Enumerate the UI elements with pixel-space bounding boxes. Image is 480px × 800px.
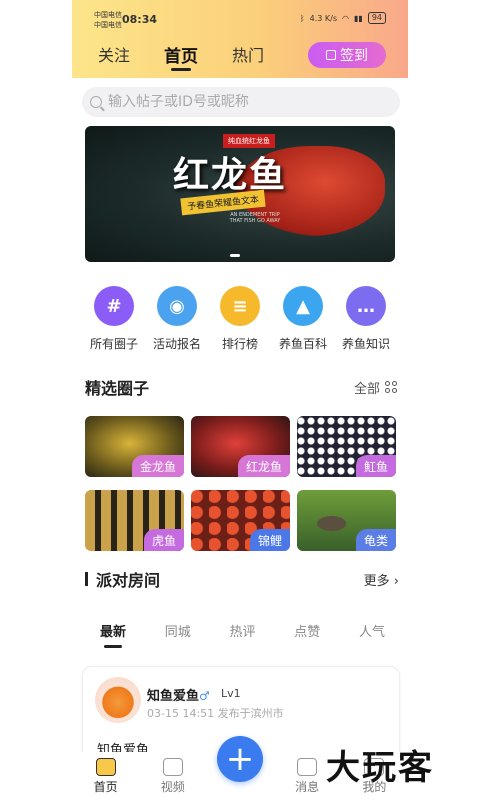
avatar[interactable] [95,677,141,723]
tab-home[interactable]: 首页 [164,42,198,67]
wifi-icon: ◠ [342,13,349,23]
circle-golden-arowana[interactable]: 金龙鱼 [85,416,184,477]
bluetooth-icon: ᛒ [299,13,305,23]
header-area: 中国电信 中国电信 08:34 ᛒ 4.3 K/s ◠ ▮▮ 94 关注 首页 … [72,0,408,78]
home-icon [95,758,116,776]
category-label: 养鱼百科 [278,337,327,351]
party-title-text: 派对房间 [96,571,161,590]
post-username[interactable]: 知鱼爱鱼♂ [147,685,210,704]
message-icon [297,758,318,776]
search-icon [90,96,102,108]
battery-icon: 94 [367,12,386,24]
male-icon: ♂ [199,689,210,703]
watermark-logo: 大玩客 [326,748,434,788]
banner-title: 红龙鱼 [173,154,288,196]
category-label: 排行榜 [221,337,258,351]
featured-circles: 金龙鱼 红龙鱼 魟鱼 虎鱼 锦鲤 龟类 [85,416,396,551]
featured-title: 精选圈子 [85,379,150,398]
category-all-circles[interactable]: # 所有圈子 [85,286,143,352]
banner-english-text: AN ENDEMENT TRIP THAT FISH GO AWAY [229,212,281,224]
tab-likes[interactable]: 点赞 [294,621,320,640]
top-tabs: 关注 首页 热门 [98,42,264,67]
signal-icon: ▮▮ [354,13,363,23]
nav-video[interactable]: 视频 [147,758,199,795]
more-button[interactable]: 更多 › [364,570,399,589]
nav-label: 首页 [93,780,118,794]
username-text: 知鱼爱鱼 [147,689,200,704]
circle-turtles[interactable]: 龟类 [297,490,396,551]
nav-label: 消息 [295,780,320,794]
category-knowledge[interactable]: … 养鱼知识 [337,286,395,352]
carrier-1: 中国电信 [94,11,122,19]
tab-follow[interactable]: 关注 [98,42,130,67]
nav-label: 视频 [160,780,185,794]
camera-icon: ◉ [157,286,197,326]
tab-hot[interactable]: 热门 [232,42,264,67]
feed-tabs: 最新 同城 热评 点赞 人气 [100,621,385,640]
circle-label: 魟鱼 [355,455,396,477]
banner-carousel[interactable]: 纯血统红龙鱼 红龙鱼 予春鱼荣耀鱼文本 AN ENDEMENT TRIP THA… [85,126,395,262]
party-title: 派对房间 [85,567,160,591]
section-bar [85,572,88,586]
party-header: 派对房间 更多 › [85,567,399,591]
calendar-icon [326,50,336,60]
hash-icon: # [94,286,134,326]
signin-button[interactable]: 签到 [308,42,386,68]
carousel-indicator [230,254,240,257]
category-label: 活动报名 [152,337,201,351]
status-icons: ᛒ 4.3 K/s ◠ ▮▮ 94 [300,12,386,24]
circle-label: 龟类 [355,529,396,551]
post-meta: 03-15 14:51 发布于滨州市 [147,707,284,720]
category-encyclopedia[interactable]: ▲ 养鱼百科 [274,286,332,352]
circle-red-arowana[interactable]: 红龙鱼 [191,416,290,477]
view-all-button[interactable]: 全部 [354,378,397,397]
carrier-2: 中国电信 [94,21,122,29]
category-label: 养鱼知识 [341,337,390,351]
search-input[interactable] [108,94,368,110]
user-level: Lv1 [221,687,241,700]
circle-label: 锦鲤 [249,529,290,551]
circle-label: 金龙鱼 [131,455,184,477]
search-bar[interactable] [82,87,400,117]
carrier-info: 中国电信 中国电信 [94,10,122,30]
tv-icon [162,758,183,776]
signin-label: 签到 [340,48,368,64]
graduation-cap-icon: ▲ [283,286,323,326]
category-events[interactable]: ◉ 活动报名 [148,286,206,352]
circle-tiger-fish[interactable]: 虎鱼 [85,490,184,551]
tab-hot-comments[interactable]: 热评 [229,621,255,640]
circle-label: 红龙鱼 [237,455,290,477]
tab-popularity[interactable]: 人气 [359,621,385,640]
status-time: 08:34 [122,13,158,26]
net-speed: 4.3 K/s [309,13,338,23]
category-row: # 所有圈子 ◉ 活动报名 ≡ 排行榜 ▲ 养鱼百科 … 养鱼知识 [85,286,395,352]
circle-stingray[interactable]: 魟鱼 [297,416,396,477]
view-all-label: 全部 [353,381,380,397]
add-post-button[interactable]: + [217,736,263,782]
category-ranking[interactable]: ≡ 排行榜 [211,286,269,352]
nav-home[interactable]: 首页 [80,758,132,795]
status-bar: 中国电信 中国电信 08:34 ᛒ 4.3 K/s ◠ ▮▮ 94 [72,0,408,36]
category-label: 所有圈子 [89,337,138,351]
featured-header: 精选圈子 全部 [85,375,397,399]
circle-koi[interactable]: 锦鲤 [191,490,290,551]
chat-icon: … [346,286,386,326]
tab-nearby[interactable]: 同城 [165,621,191,640]
document-icon: ≡ [220,286,260,326]
tab-latest[interactable]: 最新 [100,621,126,640]
grid-icon [385,381,397,393]
circle-label: 虎鱼 [143,529,184,551]
